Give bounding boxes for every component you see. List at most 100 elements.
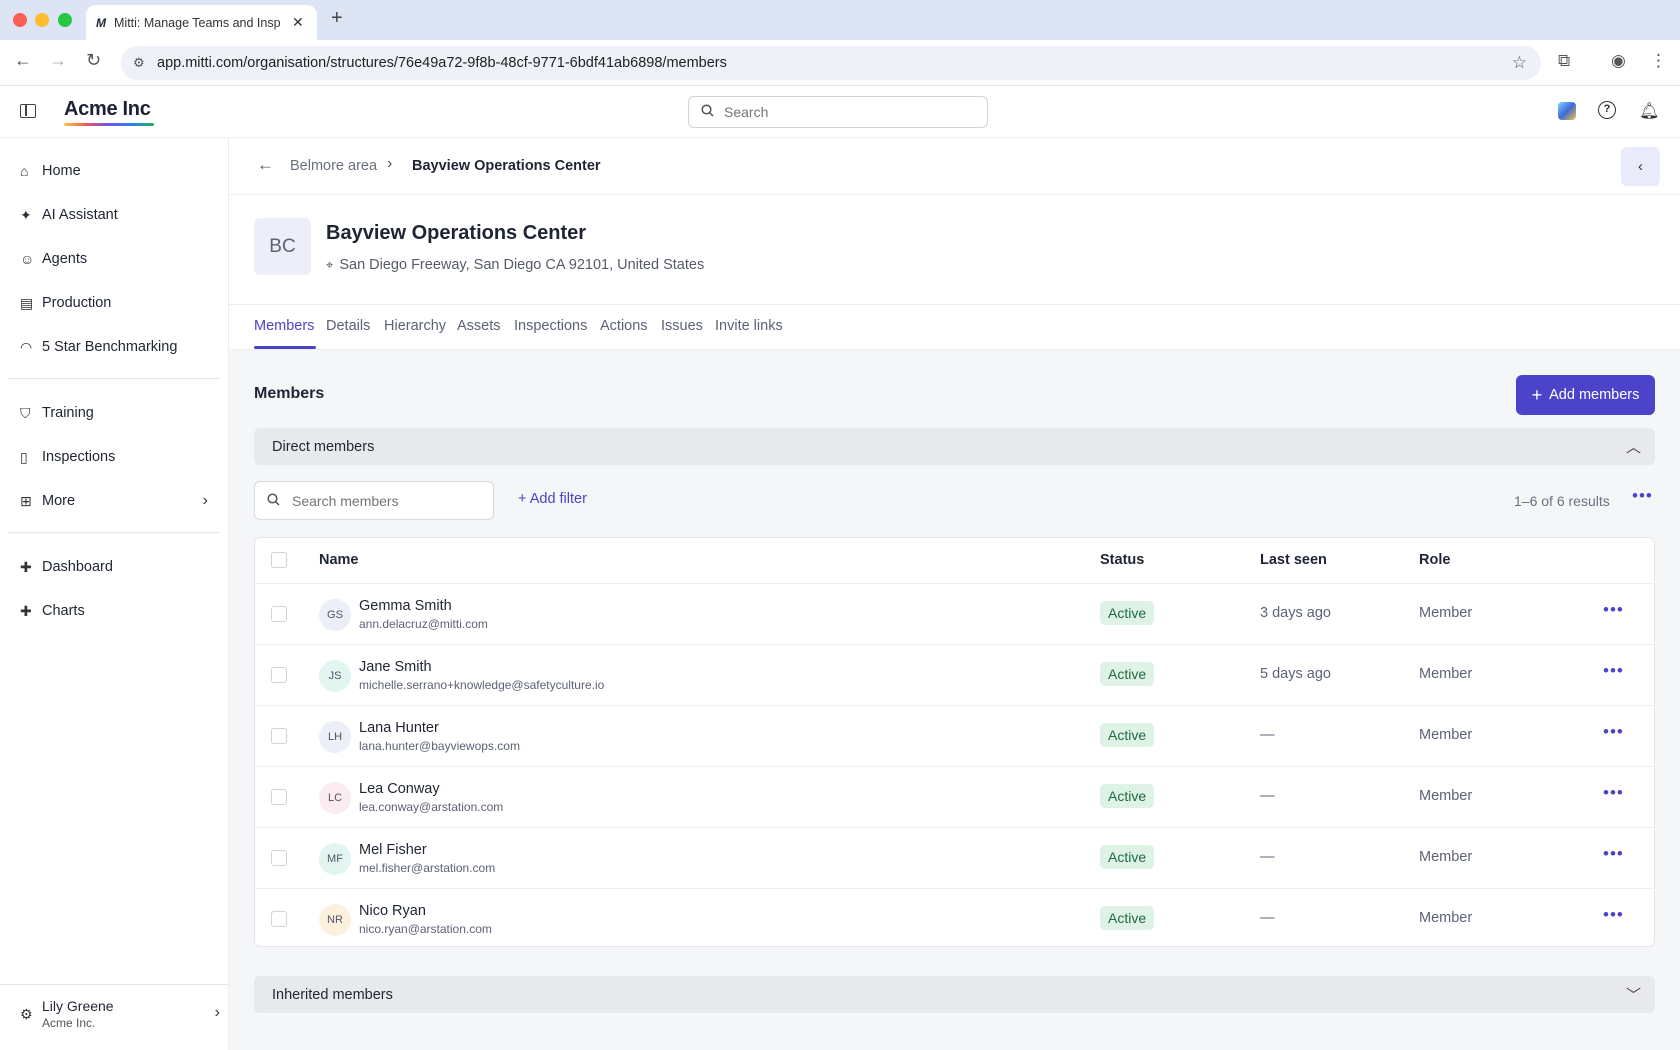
extensions-icon[interactable]: ⧉ bbox=[1558, 51, 1570, 71]
member-search-input[interactable] bbox=[292, 492, 482, 509]
tab-actions[interactable]: Actions bbox=[600, 318, 648, 334]
close-tab-icon[interactable]: ✕ bbox=[292, 14, 304, 31]
table-row[interactable]: LH Lana Hunter lana.hunter@bayviewops.com A… bbox=[255, 705, 1654, 766]
user-menu[interactable]: ⚙ Lily Greene Acme Inc. › bbox=[20, 998, 220, 1038]
minimize-window-button[interactable] bbox=[35, 13, 49, 27]
sparkle-icon: ✦ bbox=[20, 206, 32, 223]
table-row[interactable]: MF Mel Fisher mel.fisher@arstation.com Acti… bbox=[255, 827, 1654, 888]
inherited-members-header[interactable]: Inherited members ﹀ bbox=[254, 976, 1655, 1013]
ai-badge-icon[interactable] bbox=[1558, 102, 1576, 120]
sidebar-item-inspections[interactable]: ▯ Inspections bbox=[20, 442, 220, 472]
bell-icon[interactable]: 🔔︎ bbox=[1639, 101, 1659, 121]
sidebar-item-home[interactable]: ⌂ Home bbox=[20, 156, 220, 186]
table-row[interactable]: LC Lea Conway lea.conway@arstation.com Acti… bbox=[255, 766, 1654, 827]
search-input[interactable] bbox=[724, 104, 964, 120]
sidebar-item-dashboard[interactable]: ✚ Dashboard bbox=[20, 552, 220, 582]
profile-icon[interactable]: ◉ bbox=[1611, 51, 1626, 71]
table-row[interactable]: GS Gemma Smith ann.delacruz@mitti.com Activ… bbox=[255, 583, 1654, 644]
close-window-button[interactable] bbox=[13, 13, 27, 27]
map-pin-icon: ⌖ bbox=[326, 257, 334, 272]
browser-tab[interactable]: M Mitti: Manage Teams and Insp ✕ bbox=[86, 5, 317, 40]
last-seen: — bbox=[1260, 910, 1275, 926]
add-members-label: Add members bbox=[1549, 387, 1640, 403]
member-email: mel.fisher@arstation.com bbox=[359, 861, 496, 875]
more-options-icon[interactable]: ••• bbox=[1603, 722, 1624, 742]
column-header-name[interactable]: Name bbox=[319, 552, 359, 568]
member-search[interactable] bbox=[254, 481, 494, 520]
sidebar-item-training[interactable]: ⛉ Training bbox=[20, 398, 220, 428]
reload-icon[interactable]: ↻ bbox=[86, 50, 101, 71]
section-title: Members bbox=[254, 385, 325, 402]
sidebar-item-more[interactable]: ⊞ More › bbox=[20, 486, 220, 516]
tab-details[interactable]: Details bbox=[326, 318, 370, 334]
direct-members-header[interactable]: Direct members ︿ bbox=[254, 428, 1655, 465]
tab-hierarchy[interactable]: Hierarchy bbox=[384, 318, 446, 334]
new-tab-button[interactable]: + bbox=[331, 7, 343, 30]
sidebar-item-agents[interactable]: ☺ Agents bbox=[20, 244, 220, 274]
chevron-down-icon[interactable]: ﹀ bbox=[1626, 984, 1641, 1005]
more-options-icon[interactable]: ••• bbox=[1603, 905, 1624, 925]
sidebar-toggle-icon[interactable] bbox=[20, 104, 36, 118]
home-icon: ⌂ bbox=[20, 163, 29, 179]
forward-icon[interactable]: → bbox=[49, 50, 67, 71]
sidebar-item-5-star-benchmarking[interactable]: ◠ 5 Star Benchmarking bbox=[20, 332, 220, 362]
sidebar-item-label: Training bbox=[42, 405, 94, 421]
member-name[interactable]: Jane Smith bbox=[359, 659, 432, 675]
member-name[interactable]: Mel Fisher bbox=[359, 842, 427, 858]
sidebar-divider bbox=[8, 378, 220, 379]
row-checkbox[interactable] bbox=[271, 911, 287, 927]
row-checkbox[interactable] bbox=[271, 850, 287, 866]
back-arrow-icon[interactable]: ← bbox=[257, 155, 274, 175]
row-checkbox[interactable] bbox=[271, 667, 287, 683]
tab-invite-links[interactable]: Invite links bbox=[715, 318, 783, 334]
chevron-up-icon[interactable]: ︿ bbox=[1626, 436, 1641, 457]
app-header: Acme Inc ? 🔔︎ bbox=[0, 86, 1680, 138]
bookmark-star-icon[interactable]: ☆ bbox=[1512, 53, 1527, 73]
back-icon[interactable]: ← bbox=[14, 50, 32, 71]
member-name[interactable]: Lea Conway bbox=[359, 781, 440, 797]
tab-title: Mitti: Manage Teams and Insp bbox=[114, 15, 281, 30]
maximize-window-button[interactable] bbox=[58, 13, 72, 27]
more-options-icon[interactable]: ••• bbox=[1632, 486, 1653, 506]
more-options-icon[interactable]: ••• bbox=[1603, 661, 1624, 681]
site-info-icon[interactable]: ⚙ bbox=[133, 55, 157, 71]
global-search[interactable] bbox=[688, 96, 988, 128]
chevron-right-icon: › bbox=[214, 1004, 220, 1021]
row-checkbox[interactable] bbox=[271, 789, 287, 805]
add-filter-button[interactable]: + Add filter bbox=[518, 491, 587, 507]
tab-inspections[interactable]: Inspections bbox=[514, 318, 587, 334]
site-address: ⌖ San Diego Freeway, San Diego CA 92101, … bbox=[326, 257, 704, 273]
column-header-role[interactable]: Role bbox=[1419, 552, 1450, 568]
sidebar-item-production[interactable]: ▤ Production bbox=[20, 288, 220, 318]
status-badge: Active bbox=[1100, 906, 1155, 930]
row-checkbox[interactable] bbox=[271, 728, 287, 744]
row-checkbox[interactable] bbox=[271, 606, 287, 622]
column-header-status[interactable]: Status bbox=[1100, 552, 1144, 568]
brand-name[interactable]: Acme Inc bbox=[64, 98, 151, 121]
tab-members[interactable]: Members bbox=[254, 318, 314, 334]
more-options-icon[interactable]: ••• bbox=[1603, 844, 1624, 864]
table-row[interactable]: JS Jane Smith michelle.serrano+knowledge@s… bbox=[255, 644, 1654, 705]
browser-menu-icon[interactable]: ⋮ bbox=[1650, 51, 1667, 71]
member-name[interactable]: Gemma Smith bbox=[359, 598, 452, 614]
select-all-checkbox[interactable] bbox=[271, 552, 287, 568]
sidebar-item-charts[interactable]: ✚ Charts bbox=[20, 596, 220, 626]
address-bar[interactable]: ⚙ app.mitti.com/organisation/structures/… bbox=[121, 46, 1541, 80]
help-icon[interactable]: ? bbox=[1598, 101, 1616, 119]
grid-icon: ⊞ bbox=[20, 492, 32, 509]
member-name[interactable]: Lana Hunter bbox=[359, 720, 439, 736]
tab-assets[interactable]: Assets bbox=[457, 318, 501, 334]
puzzle-icon: ✚ bbox=[20, 602, 32, 619]
column-header-last-seen[interactable]: Last seen bbox=[1260, 552, 1327, 568]
breadcrumb-parent-link[interactable]: Belmore area bbox=[290, 158, 377, 174]
collapse-panel-button[interactable]: ‹ bbox=[1621, 147, 1660, 186]
tab-issues[interactable]: Issues bbox=[661, 318, 703, 334]
member-name[interactable]: Nico Ryan bbox=[359, 903, 426, 919]
table-row[interactable]: NR Nico Ryan nico.ryan@arstation.com Active… bbox=[255, 888, 1654, 949]
more-options-icon[interactable]: ••• bbox=[1603, 600, 1624, 620]
add-members-button[interactable]: + Add members bbox=[1516, 375, 1655, 415]
avatar: JS bbox=[319, 660, 351, 692]
add-filter-label: Add filter bbox=[529, 491, 587, 507]
sidebar-item-ai-assistant[interactable]: ✦ AI Assistant bbox=[20, 200, 220, 230]
more-options-icon[interactable]: ••• bbox=[1603, 783, 1624, 803]
